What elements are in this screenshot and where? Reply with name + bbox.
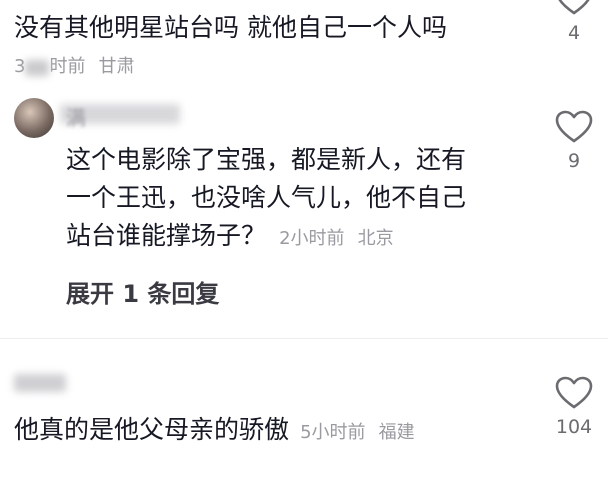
username-text: 满 [66,106,86,130]
comment-text[interactable]: 他真的是他父母亲的骄傲 [14,415,289,444]
reply-time: 2小时前 [279,228,345,249]
reply-location: 北京 [357,228,394,249]
comment-location: 甘肃 [98,56,135,77]
heart-icon [558,0,590,15]
like-button[interactable]: 104 [552,376,596,438]
like-count: 104 [555,416,593,438]
redacted-blur [14,374,66,392]
like-count: 4 [567,22,581,44]
comment-meta: 3 时前 甘肃 [14,52,135,78]
like-button[interactable]: 9 [552,110,596,172]
username[interactable]: 满 [60,100,190,130]
reply-item: 满 这个电影除了宝强，都是新人，还有 一个王迅，也没啥人气儿，他不自己 站台谁能… [0,90,608,330]
comment-location: 福建 [378,422,415,443]
reply-text-line-3[interactable]: 站台谁能撑场子？ [66,221,266,250]
reply-text-line-3-row: 站台谁能撑场子？ 2小时前 北京 [66,218,394,254]
like-count: 9 [567,150,581,172]
comment-item: 没有其他明星站台吗 就他自己一个人吗 3 时前 甘肃 4 [0,0,608,90]
divider [0,338,608,339]
comment-text[interactable]: 没有其他明星站台吗 就他自己一个人吗 [14,10,447,46]
heart-icon [555,110,593,143]
reply-text-line-2[interactable]: 一个王迅，也没啥人气儿，他不自己 [66,180,466,216]
comment-row: 他真的是他父母亲的骄傲 5小时前 福建 [14,412,415,448]
comment-item: 他真的是他父母亲的骄傲 5小时前 福建 104 [0,360,608,480]
comment-time: 5小时前 [300,422,366,443]
avatar[interactable] [14,98,54,138]
comment-time: 时前 [49,56,86,77]
like-button[interactable]: 4 [552,0,596,44]
expand-replies-button[interactable]: 展开 1 条回复 [66,274,219,309]
heart-icon [555,376,593,409]
reply-text-line-1[interactable]: 这个电影除了宝强，都是新人，还有 [66,142,466,178]
username[interactable] [14,370,74,396]
redacted-blur [25,59,50,76]
comment-time-prefix: 3 [14,56,26,77]
